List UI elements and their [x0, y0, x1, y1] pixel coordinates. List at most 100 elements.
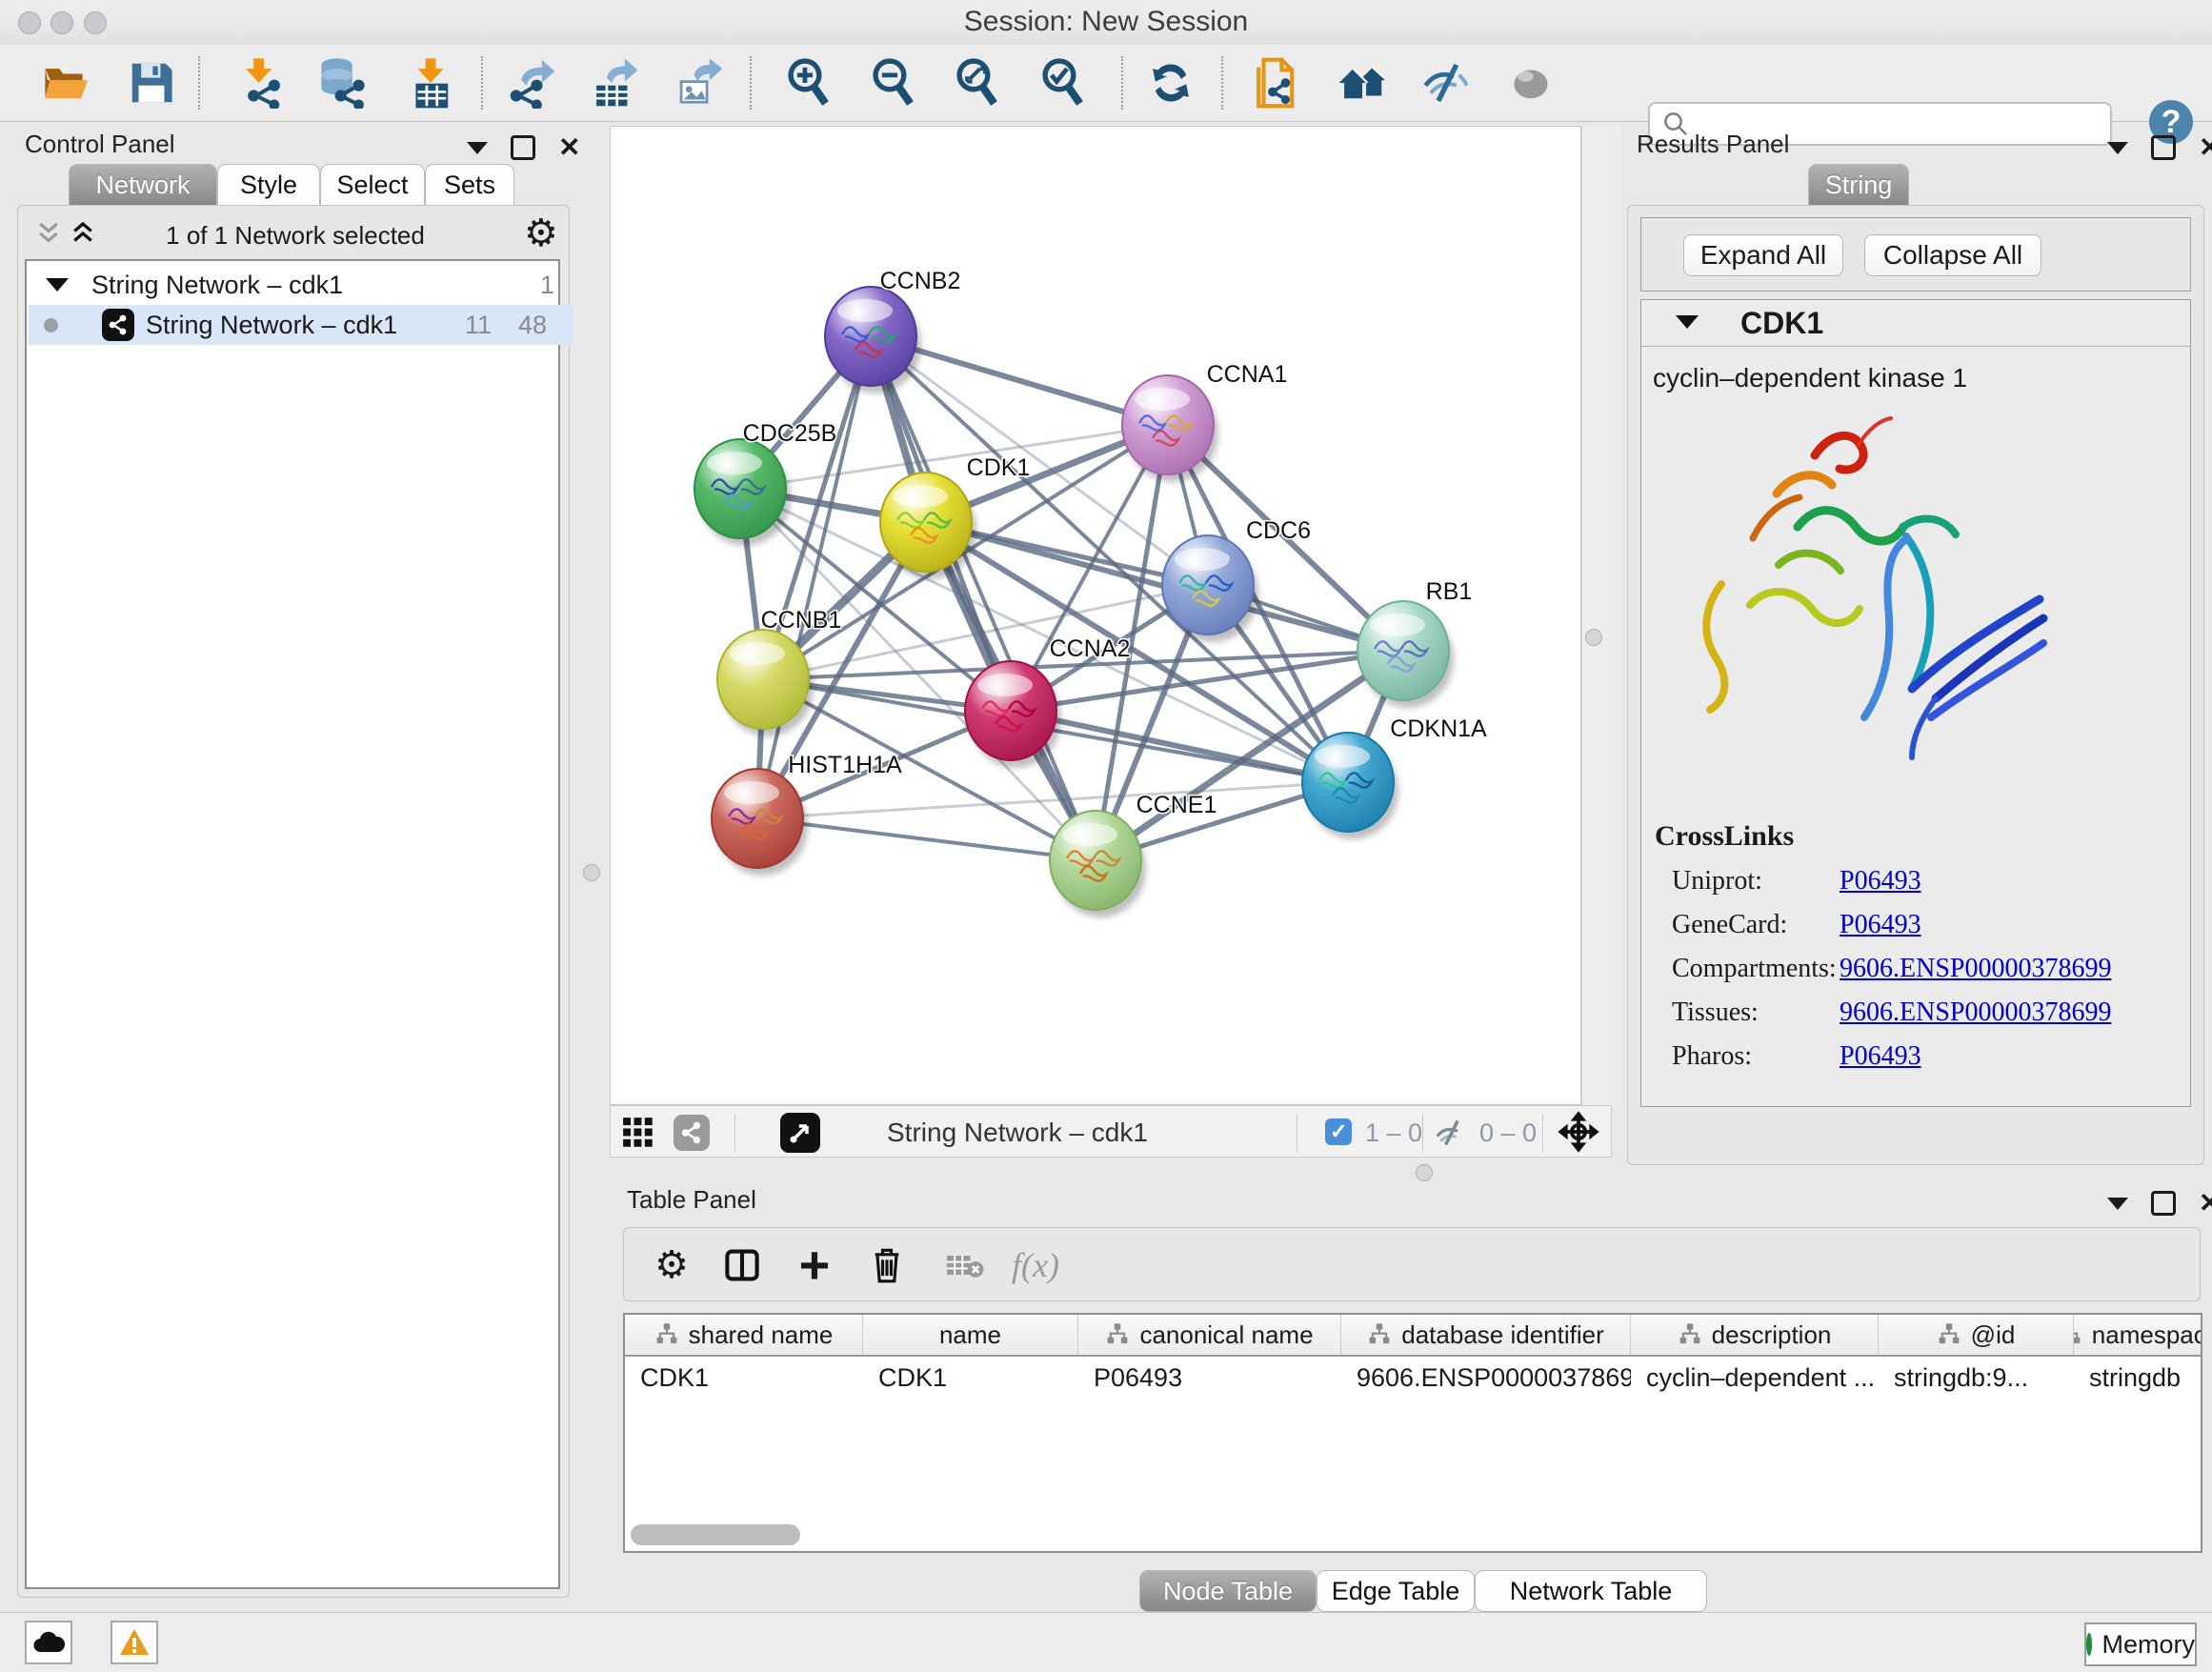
expander-icon[interactable] [46, 278, 69, 292]
network-node-CDC25B[interactable]: CDC25B [694, 420, 836, 546]
undock-panel-icon[interactable] [2151, 1191, 2176, 1216]
refresh-layout-icon[interactable] [1139, 54, 1202, 111]
selected-checkbox[interactable] [1325, 1118, 1352, 1145]
scrollbar-thumb[interactable] [631, 1524, 800, 1545]
tab-network-table[interactable]: Network Table [1475, 1570, 1707, 1612]
gear-icon[interactable]: ⚙ [524, 212, 558, 255]
close-panel-icon[interactable] [2199, 138, 2212, 157]
table-cell[interactable]: 9606.ENSP00000378699 [1341, 1363, 1631, 1393]
tab-string[interactable]: String [1808, 164, 1909, 206]
tab-edge-table[interactable]: Edge Table [1317, 1570, 1475, 1612]
eye-icon[interactable] [1499, 54, 1562, 111]
tab-select[interactable]: Select [320, 164, 425, 206]
network-node-CDK1[interactable]: CDK1 [880, 454, 1030, 579]
table-cell[interactable]: stringdb:9... [1879, 1363, 2074, 1393]
network-node-HIST1H1A[interactable]: HIST1H1A [712, 752, 902, 876]
zoom-out-icon[interactable] [862, 54, 925, 111]
network-edge[interactable] [757, 818, 1096, 860]
import-table-file-icon[interactable] [399, 54, 462, 111]
network-row-selected[interactable]: String Network – cdk1 11 48 [29, 305, 573, 345]
column-header-name[interactable]: name [863, 1315, 1078, 1355]
splitter-handle[interactable] [583, 864, 600, 881]
eye-hide-icon[interactable] [1415, 54, 1478, 111]
collapse-all-chevron-icon[interactable] [34, 219, 63, 248]
float-panel-icon[interactable] [467, 142, 488, 154]
table-cell[interactable]: stringdb [2074, 1363, 2202, 1393]
add-column-icon[interactable] [788, 1239, 841, 1291]
undock-panel-icon[interactable] [511, 135, 535, 160]
zoom-fit-icon[interactable] [946, 54, 1009, 111]
close-panel-icon[interactable] [2199, 1194, 2212, 1213]
column-header-database-identifier[interactable]: database identifier [1341, 1315, 1631, 1355]
warning-button[interactable] [111, 1621, 158, 1664]
protein-card-header[interactable]: CDK1 [1641, 300, 2190, 347]
crosshair-icon[interactable] [1558, 1111, 1599, 1153]
table-cell[interactable]: P06493 [1078, 1363, 1341, 1393]
horizontal-scrollbar[interactable] [629, 1524, 2191, 1545]
grid-icon[interactable] [622, 1117, 654, 1149]
crosslink-value-link[interactable]: P06493 [1840, 866, 1921, 896]
close-panel-icon[interactable] [558, 138, 580, 157]
network-node-CDKN1A[interactable]: CDKN1A [1302, 715, 1487, 839]
columns-icon[interactable] [715, 1239, 769, 1291]
table-row[interactable]: CDK1CDK1P064939606.ENSP00000378699cyclin… [625, 1357, 2201, 1399]
eye-slash-icon[interactable] [1434, 1118, 1468, 1148]
network-node-CDC6[interactable]: CDC6 [1162, 517, 1311, 642]
splitter-handle[interactable] [1416, 1164, 1433, 1181]
tab-node-table[interactable]: Node Table [1139, 1570, 1317, 1612]
save-session-icon[interactable] [120, 54, 183, 111]
column-header-shared-name[interactable]: shared name [625, 1315, 863, 1355]
crosslink-value-link[interactable]: 9606.ENSP00000378699 [1840, 954, 2111, 984]
import-network-file-icon[interactable] [229, 54, 292, 111]
zoom-selected-icon[interactable] [1032, 54, 1095, 111]
collapse-all-button[interactable]: Collapse All [1864, 234, 2041, 276]
tab-sets[interactable]: Sets [425, 164, 514, 206]
expand-all-button[interactable]: Expand All [1683, 234, 1843, 276]
zoom-in-icon[interactable] [777, 54, 840, 111]
collapse-section-icon[interactable] [1676, 315, 1699, 329]
network-collection-row[interactable]: String Network – cdk1 1 [46, 265, 577, 305]
tab-style[interactable]: Style [217, 164, 320, 206]
column-header-namespace[interactable]: namespace [2074, 1315, 2202, 1355]
column-header-canonical-name[interactable]: canonical name [1078, 1315, 1341, 1355]
network-view[interactable]: CCNB2CCNA1CDC25BCDK1CDC6RB1CCNB1CCNA2CDK… [610, 126, 1581, 1105]
column-header-description[interactable]: description [1631, 1315, 1879, 1355]
network-edge[interactable] [871, 336, 1096, 860]
table-cell[interactable]: CDK1 [863, 1363, 1078, 1393]
column-header--id[interactable]: @id [1879, 1315, 2074, 1355]
minimize-window-button[interactable] [50, 11, 73, 34]
network-graph[interactable]: CCNB2CCNA1CDC25BCDK1CDC6RB1CCNB1CCNA2CDK… [611, 127, 1580, 1104]
network-edge[interactable] [757, 336, 871, 818]
navigator-icon[interactable] [780, 1113, 820, 1153]
documents-share-icon[interactable] [1245, 54, 1308, 111]
export-image-icon[interactable] [668, 54, 731, 111]
export-table-icon[interactable] [583, 54, 646, 111]
table-cell[interactable]: CDK1 [625, 1363, 863, 1393]
network-node-CCNB1[interactable]: CCNB1 [717, 607, 841, 736]
expand-all-chevron-icon[interactable] [69, 219, 97, 248]
gear-icon[interactable] [645, 1239, 698, 1291]
crosslink-value-link[interactable]: 9606.ENSP00000378699 [1840, 997, 2111, 1028]
memory-button[interactable]: Memory [2084, 1622, 2197, 1666]
zoom-window-button[interactable] [84, 11, 107, 34]
float-panel-icon[interactable] [2107, 142, 2128, 154]
network-node-RB1[interactable]: RB1 [1357, 578, 1472, 708]
delete-column-icon[interactable] [860, 1239, 914, 1291]
import-network-database-icon[interactable] [311, 54, 373, 111]
delete-table-icon[interactable] [938, 1239, 992, 1291]
network-node-CCNB2[interactable]: CCNB2 [825, 268, 960, 393]
crosslink-value-link[interactable]: P06493 [1840, 1041, 1921, 1072]
open-file-icon[interactable] [34, 54, 97, 111]
houses-icon[interactable] [1331, 54, 1394, 111]
splitter-handle[interactable] [1585, 629, 1602, 646]
close-window-button[interactable] [18, 11, 41, 34]
function-icon[interactable]: f(x) [1009, 1239, 1062, 1291]
network-node-CCNA1[interactable]: CCNA1 [1122, 361, 1287, 482]
table-cell[interactable]: cyclin–dependent ... [1631, 1363, 1879, 1393]
export-network-icon[interactable] [500, 54, 563, 111]
cloud-button[interactable] [25, 1621, 72, 1664]
crosslink-value-link[interactable]: P06493 [1840, 910, 1921, 940]
tab-network[interactable]: Network [69, 164, 217, 206]
share-icon[interactable] [674, 1115, 710, 1151]
float-panel-icon[interactable] [2107, 1198, 2128, 1210]
